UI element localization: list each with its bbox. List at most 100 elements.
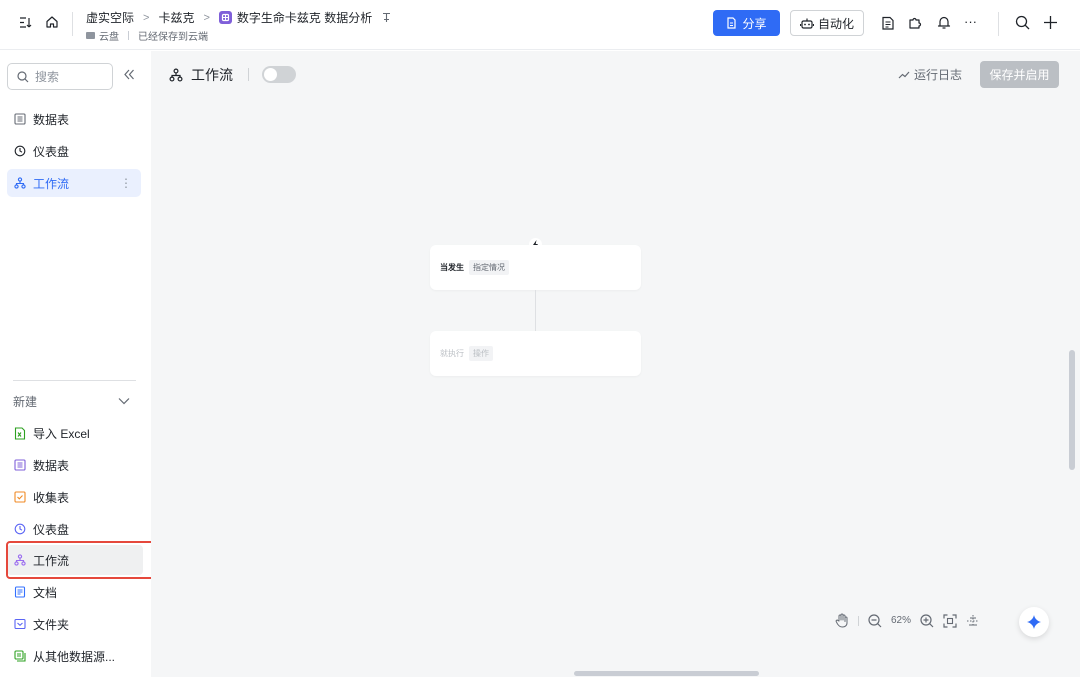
divider (128, 31, 129, 40)
search-icon (17, 70, 29, 83)
outline-toggle-icon[interactable] (19, 16, 33, 29)
chevron-right-icon: > (203, 11, 210, 24)
share-button[interactable]: 分享 (713, 10, 780, 36)
chevron-right-icon: > (143, 11, 150, 24)
plus-icon[interactable] (1043, 15, 1058, 30)
trigger-node[interactable]: 当发生 指定情况 (430, 245, 641, 290)
vertical-scrollbar[interactable] (1069, 350, 1075, 470)
zoom-level: 62% (891, 615, 912, 626)
save-status: 已经保存到云端 (138, 32, 208, 43)
sidebar-item-dashboard[interactable]: 仪表盘 (7, 137, 141, 165)
new-item-label: 导入 Excel (33, 426, 90, 441)
new-form[interactable]: 收集表 (7, 482, 143, 512)
highlight-outline (6, 541, 160, 579)
breadcrumb-item-workspace[interactable]: 虚实空际 (86, 9, 134, 26)
sidebar-item-label: 仪表盘 (33, 144, 70, 159)
new-folder[interactable]: 文件夹 (7, 609, 143, 639)
bell-icon[interactable] (937, 15, 951, 30)
search-icon[interactable] (1015, 15, 1030, 30)
new-dashboard[interactable]: 仪表盘 (7, 514, 143, 544)
doc-title[interactable]: 数字生命卡兹克 数据分析 (237, 9, 372, 26)
auto-layout-icon[interactable] (966, 614, 980, 628)
divider (13, 380, 136, 381)
hand-icon[interactable] (835, 613, 849, 628)
folder-icon (86, 32, 95, 39)
fit-view-icon[interactable] (943, 613, 957, 628)
doc-icon (14, 586, 26, 598)
node-connector (535, 290, 536, 331)
new-section-header[interactable]: 新建 (13, 391, 130, 411)
new-item-label: 数据表 (33, 458, 70, 473)
folder-icon (14, 618, 26, 630)
excel-icon (14, 426, 26, 440)
search-placeholder: 搜索 (35, 70, 60, 84)
more-icon[interactable]: ··· (964, 14, 977, 29)
chevron-down-icon (118, 397, 130, 405)
doc-location: 云盘 已经保存到云端 (86, 28, 208, 43)
new-item-label: 文件夹 (33, 617, 70, 632)
divider (72, 12, 73, 36)
action-node-label: 就执行 (440, 349, 464, 358)
home-icon[interactable] (45, 15, 59, 29)
dashboard-icon (14, 145, 26, 157)
divider (858, 615, 859, 626)
trend-line-icon (898, 71, 910, 79)
sidebar-item-label: 数据表 (33, 112, 70, 127)
pin-icon[interactable] (381, 12, 392, 23)
zoom-in-icon[interactable] (920, 613, 934, 628)
ai-assistant-button[interactable] (1019, 607, 1049, 637)
document-list-icon[interactable] (881, 16, 895, 31)
zoom-toolbar: 62% (835, 613, 980, 628)
action-node[interactable]: 就执行 操作 (430, 331, 641, 376)
page-title-label: 工作流 (191, 67, 233, 83)
action-node-tag[interactable]: 操作 (469, 346, 493, 361)
search-input[interactable]: 搜索 (7, 63, 113, 90)
save-and-enable-button[interactable]: 保存并启用 (980, 61, 1059, 88)
workflow-canvas[interactable]: 工作流 运行日志 保存并启用 当发生 指定情况 就执行 操作 62% (151, 51, 1080, 677)
page-title: 工作流 (169, 65, 233, 85)
new-item-label: 从其他数据源... (33, 649, 116, 664)
run-log-label: 运行日志 (914, 68, 963, 82)
new-from-datasource[interactable]: 从其他数据源... (7, 641, 143, 671)
horizontal-scrollbar[interactable] (574, 671, 759, 676)
form-icon (14, 491, 26, 503)
breadcrumb-item-folder[interactable]: 卡兹克 (158, 9, 194, 26)
more-vertical-icon[interactable]: ⋮ (120, 176, 132, 190)
trigger-node-tag[interactable]: 指定情况 (469, 260, 509, 275)
base-icon (218, 11, 232, 24)
workflow-enable-toggle[interactable] (262, 66, 296, 83)
automation-button-label: 自动化 (817, 16, 854, 31)
plugin-icon[interactable] (908, 15, 923, 30)
new-table[interactable]: 数据表 (7, 450, 143, 480)
sparkle-icon (1026, 614, 1042, 630)
divider (998, 12, 999, 36)
top-bar: 虚实空际 > 卡兹克 > 数字生命卡兹克 数据分析 云盘 已经保存到云端 分享 … (0, 0, 1080, 50)
table-icon (14, 113, 26, 125)
new-item-label: 仪表盘 (33, 522, 70, 537)
table-icon (14, 459, 26, 471)
zoom-out-icon[interactable] (868, 613, 882, 628)
new-item-label: 文档 (33, 585, 58, 600)
run-log-button[interactable]: 运行日志 (898, 66, 962, 83)
breadcrumb: 虚实空际 > 卡兹克 > 数字生命卡兹克 数据分析 (86, 9, 392, 26)
sidebar-item-workflow[interactable]: 工作流 ⋮ (7, 169, 141, 197)
share-button-label: 分享 (742, 16, 767, 31)
dashboard-icon (14, 523, 26, 535)
new-doc[interactable]: 文档 (7, 577, 143, 607)
trigger-node-label: 当发生 (440, 263, 464, 272)
workflow-icon (14, 177, 26, 189)
sidebar: 搜索 数据表 仪表盘 工作流 ⋮ 新建 导入 Excel 数据表 收集表 仪表盘… (0, 51, 160, 677)
automation-button[interactable]: 自动化 (790, 10, 864, 36)
robot-icon (799, 17, 814, 30)
sidebar-item-label: 工作流 (33, 176, 70, 191)
sidebar-item-table[interactable]: 数据表 (7, 105, 141, 133)
datasource-icon (14, 650, 26, 662)
new-section-title: 新建 (13, 394, 38, 409)
share-doc-icon (726, 17, 737, 29)
collapse-sidebar-icon[interactable] (123, 69, 135, 80)
divider (248, 68, 249, 81)
workflow-icon (169, 68, 183, 82)
new-import-excel[interactable]: 导入 Excel (7, 418, 143, 448)
location-label[interactable]: 云盘 (99, 28, 119, 43)
toggle-knob (264, 68, 277, 81)
